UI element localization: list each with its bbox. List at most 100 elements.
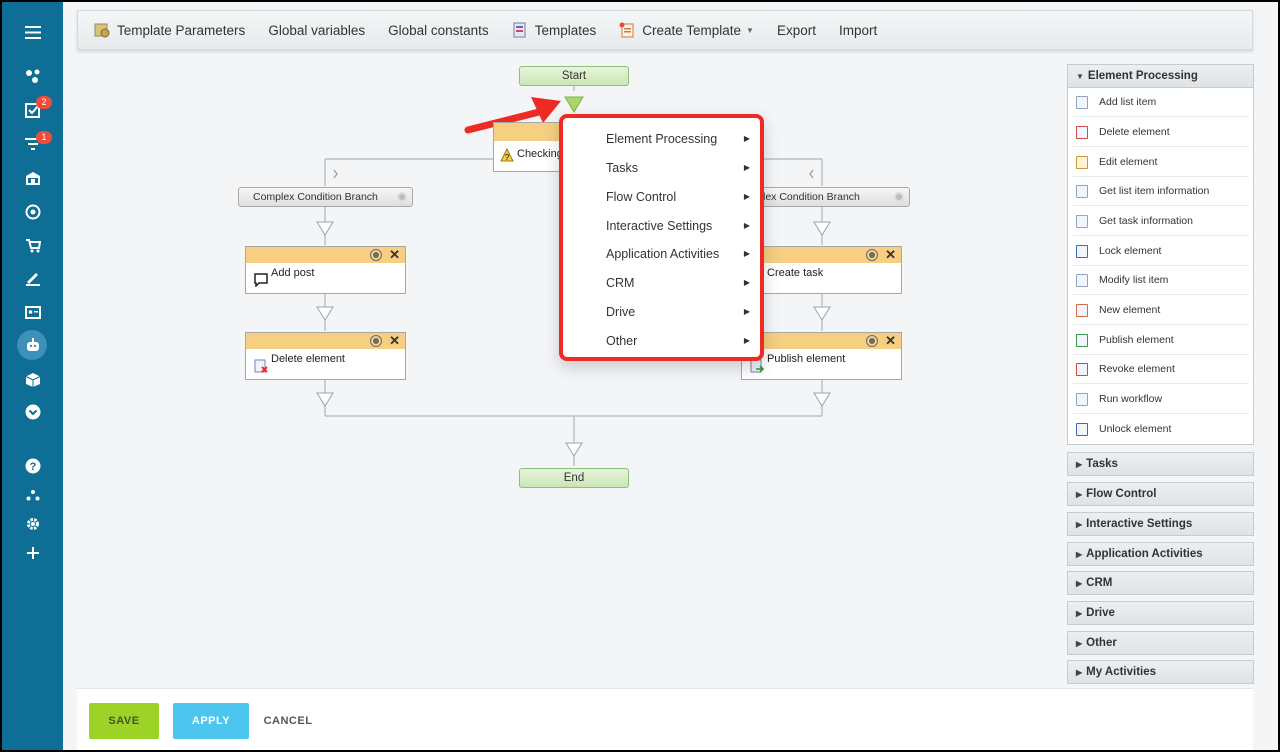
section-other[interactable]: ▶ Other xyxy=(1067,631,1254,655)
templates-button[interactable]: Templates xyxy=(512,22,596,38)
run-workflow-icon xyxy=(1076,393,1088,406)
activity-delete-element[interactable]: ✕ Delete element xyxy=(245,332,406,380)
cart-icon[interactable] xyxy=(2,231,63,259)
close-icon[interactable]: ✕ xyxy=(389,333,400,349)
lock-icon xyxy=(1076,245,1088,258)
settings-gear-icon[interactable] xyxy=(2,510,63,538)
export-button[interactable]: Export xyxy=(777,23,816,38)
element-processing-list: Add list item Delete element Edit elemen… xyxy=(1067,88,1254,445)
menu-icon[interactable] xyxy=(2,18,63,46)
activity-item[interactable]: Get list item information xyxy=(1073,177,1249,206)
menu-item-interactive-settings[interactable]: Interactive Settings ▶ xyxy=(606,216,756,236)
menu-item-flow-control[interactable]: Flow Control ▶ xyxy=(606,187,756,207)
activity-item[interactable]: Run workflow xyxy=(1073,385,1249,414)
submenu-arrow-icon: ▶ xyxy=(743,278,750,287)
robot-icon[interactable] xyxy=(2,331,63,359)
section-application-activities[interactable]: ▶ Application Activities xyxy=(1067,542,1254,566)
bottom-action-bar: SAVE APPLY CANCEL xyxy=(77,688,1253,750)
start-node[interactable]: Start xyxy=(519,66,629,86)
activity-item[interactable]: Lock element xyxy=(1073,237,1249,266)
feed-icon[interactable] xyxy=(2,62,63,90)
collapsed-triangle-icon: ▶ xyxy=(1076,668,1083,677)
global-variables-button[interactable]: Global variables xyxy=(268,23,365,38)
chevron-left-icon xyxy=(809,169,814,179)
save-button[interactable]: SAVE xyxy=(89,703,159,739)
menu-item-other[interactable]: Other ▶ xyxy=(606,331,756,351)
contact-card-icon[interactable] xyxy=(2,298,63,326)
activity-item[interactable]: Delete element xyxy=(1073,118,1249,147)
sign-icon[interactable] xyxy=(2,264,63,292)
activity-item[interactable]: Unlock element xyxy=(1073,415,1249,444)
gear-icon[interactable] xyxy=(867,250,877,260)
tasks-badge: 2 xyxy=(36,96,52,109)
bank-icon[interactable] xyxy=(2,164,63,192)
add-plus-icon[interactable] xyxy=(2,539,63,567)
close-icon[interactable]: ✕ xyxy=(885,247,896,263)
submenu-arrow-icon: ▶ xyxy=(743,163,750,172)
expanded-triangle-icon: ▼ xyxy=(1076,72,1084,81)
import-button[interactable]: Import xyxy=(839,23,877,38)
activity-item[interactable]: Add list item xyxy=(1073,88,1249,117)
apply-button[interactable]: APPLY xyxy=(173,703,249,739)
section-interactive-settings[interactable]: ▶ Interactive Settings xyxy=(1067,512,1254,536)
structure-icon[interactable] xyxy=(2,481,63,509)
end-node[interactable]: End xyxy=(519,468,629,488)
collapsed-triangle-icon: ▶ xyxy=(1076,550,1083,559)
activity-item[interactable]: Edit element xyxy=(1073,148,1249,177)
global-constants-button[interactable]: Global constants xyxy=(388,23,489,38)
svg-text:?: ? xyxy=(505,153,510,162)
list-item-icon xyxy=(1076,96,1088,109)
left-sidebar: 2 1 ? xyxy=(2,2,63,750)
submenu-arrow-icon: ▶ xyxy=(743,134,750,143)
activity-item[interactable]: Publish element xyxy=(1073,326,1249,355)
edit-icon xyxy=(1076,156,1088,169)
close-icon[interactable]: ✕ xyxy=(885,333,896,349)
more-chevron-icon[interactable] xyxy=(2,398,63,426)
revoke-icon xyxy=(1076,363,1088,376)
activity-item[interactable]: Modify list item xyxy=(1073,266,1249,295)
create-template-button[interactable]: Create Template ▼ xyxy=(619,22,754,38)
activity-create-task[interactable]: ✕ Create task xyxy=(741,246,902,294)
section-crm[interactable]: ▶ CRM xyxy=(1067,571,1254,595)
template-parameters-button[interactable]: Template Parameters xyxy=(94,22,245,38)
create-template-icon xyxy=(619,22,635,38)
activity-add-post[interactable]: ✕ Add post xyxy=(245,246,406,294)
collapsed-triangle-icon: ▶ xyxy=(1076,579,1083,588)
section-drive[interactable]: ▶ Drive xyxy=(1067,601,1254,625)
box-icon[interactable] xyxy=(2,366,63,394)
target-icon[interactable] xyxy=(2,198,63,226)
info-icon xyxy=(1076,185,1088,198)
gear-icon[interactable] xyxy=(867,336,877,346)
help-icon[interactable]: ? xyxy=(2,452,63,480)
gear-icon[interactable] xyxy=(371,250,381,260)
complex-condition-branch-left[interactable]: Complex Condition Branch xyxy=(238,187,413,207)
section-flow-control[interactable]: ▶ Flow Control xyxy=(1067,482,1254,506)
activity-publish-element[interactable]: ✕ Publish element xyxy=(741,332,902,380)
modify-icon xyxy=(1076,274,1088,287)
section-my-activities[interactable]: ▶ My Activities xyxy=(1067,660,1254,684)
menu-item-tasks[interactable]: Tasks ▶ xyxy=(606,158,756,178)
submenu-arrow-icon: ▶ xyxy=(743,336,750,345)
gear-icon[interactable] xyxy=(397,192,407,202)
activities-panel: ▼ Element Processing Add list item Delete… xyxy=(1067,64,1254,686)
tasks-icon[interactable]: 2 xyxy=(2,96,63,124)
section-tasks[interactable]: ▶ Tasks xyxy=(1067,452,1254,476)
activity-item[interactable]: Get task information xyxy=(1073,207,1249,236)
collapsed-triangle-icon: ▶ xyxy=(1076,520,1083,529)
menu-item-drive[interactable]: Drive ▶ xyxy=(606,302,756,322)
menu-item-application-activities[interactable]: Application Activities ▶ xyxy=(606,244,756,264)
menu-item-crm[interactable]: CRM ▶ xyxy=(606,273,756,293)
activity-item[interactable]: New element xyxy=(1073,296,1249,325)
filter-icon[interactable]: 1 xyxy=(2,130,63,158)
menu-item-element-processing[interactable]: Element Processing ▶ xyxy=(606,129,756,149)
top-toolbar: Template Parameters Global variables Glo… xyxy=(77,10,1253,50)
svg-text:?: ? xyxy=(29,461,36,473)
close-icon[interactable]: ✕ xyxy=(389,247,400,263)
gear-icon[interactable] xyxy=(894,192,904,202)
app-window: 2 1 ? Template Parameters Global variabl… xyxy=(2,2,1278,750)
gear-icon[interactable] xyxy=(371,336,381,346)
new-doc-icon xyxy=(1076,304,1088,317)
activity-item[interactable]: Revoke element xyxy=(1073,355,1249,384)
section-element-processing[interactable]: ▼ Element Processing xyxy=(1067,64,1254,88)
cancel-button[interactable]: CANCEL xyxy=(253,703,323,739)
